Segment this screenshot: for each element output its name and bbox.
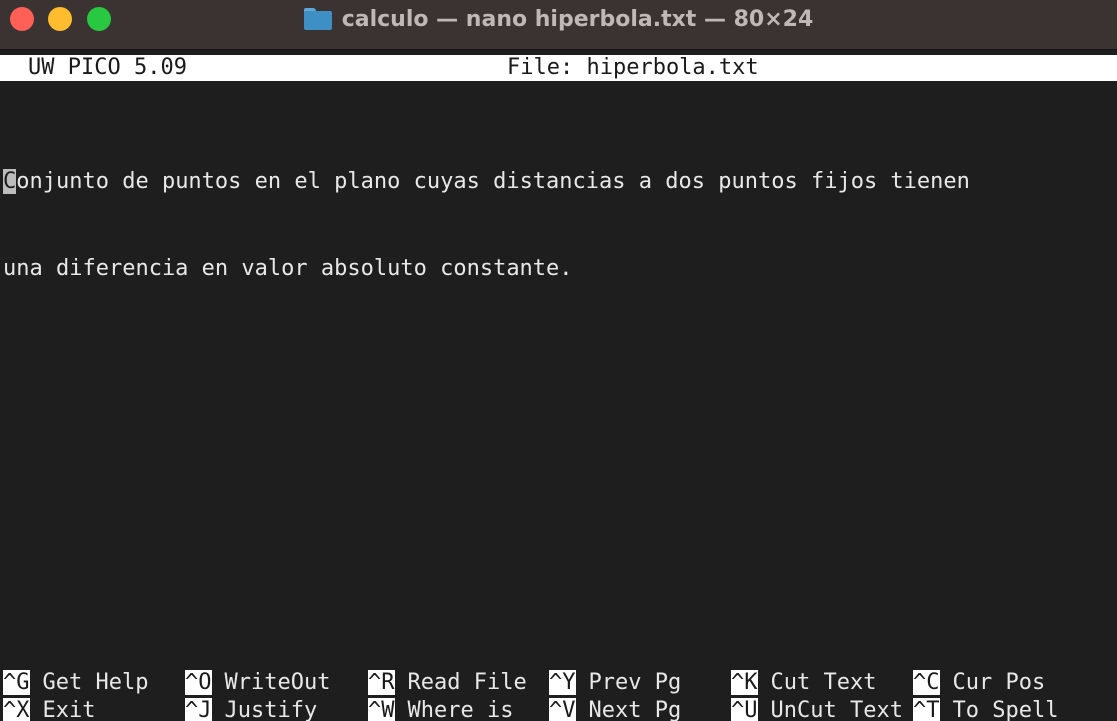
shortcut-label: WriteOut — [224, 670, 331, 695]
shortcut-key: ^O — [185, 670, 212, 695]
shortcut-next-pg[interactable]: ^V Next Pg — [549, 697, 681, 721]
title-bar[interactable]: calculo — nano hiperbola.txt — 80×24 — [0, 0, 1117, 50]
text-line-2: una diferencia en valor absoluto constan… — [3, 256, 573, 281]
shortcut-key: ^Y — [549, 670, 576, 695]
shortcut-label: UnCut Text — [770, 698, 903, 721]
text-cursor: C — [3, 169, 17, 194]
shortcut-bar: ^G Get Help ^O WriteOut ^R Read File ^Y Prev… — [3, 669, 1113, 721]
shortcut-label: Next Pg — [588, 698, 682, 721]
shortcut-label: Read File — [407, 670, 527, 695]
shortcut-cut-text[interactable]: ^K Cut Text — [731, 669, 876, 697]
shortcut-key: ^W — [368, 698, 395, 721]
shortcut-key: ^C — [913, 670, 940, 695]
shortcut-label: Exit — [42, 698, 96, 721]
terminal-content[interactable]: UW PICO 5.09 File: hiperbola.txt Conjunt… — [0, 50, 1117, 721]
shortcut-justify[interactable]: ^J Justify — [185, 697, 317, 721]
shortcut-key: ^T — [913, 698, 940, 721]
window-title-group: calculo — nano hiperbola.txt — 80×24 — [0, 5, 1117, 33]
shortcut-key: ^G — [3, 670, 30, 695]
window-title: calculo — nano hiperbola.txt — 80×24 — [341, 6, 814, 32]
shortcut-exit[interactable]: ^X Exit — [3, 697, 95, 721]
shortcut-key: ^U — [731, 698, 758, 721]
shortcut-read-file[interactable]: ^R Read File — [368, 669, 527, 697]
text-line-1: Conjunto de puntos en el plano cuyas dis… — [3, 167, 970, 196]
shortcut-to-spell[interactable]: ^T To Spell — [913, 697, 1058, 721]
editor-filename: File: hiperbola.txt — [507, 55, 759, 80]
shortcut-label: To Spell — [952, 698, 1059, 721]
shortcut-label: Justify — [224, 698, 318, 721]
shortcut-row-1: ^G Get Help ^O WriteOut ^R Read File ^Y Prev… — [3, 669, 1113, 697]
shortcut-label: Cur Pos — [952, 670, 1046, 695]
shortcut-get-help[interactable]: ^G Get Help — [3, 669, 148, 697]
shortcut-label: Get Help — [42, 670, 149, 695]
shortcut-row-2: ^X Exit ^J Justify ^W Where is ^V Next Pg ^U… — [3, 697, 1113, 721]
shortcut-key: ^J — [185, 698, 212, 721]
shortcut-key: ^V — [549, 698, 576, 721]
terminal-window: calculo — nano hiperbola.txt — 80×24 UW … — [0, 0, 1117, 721]
shortcut-writeout[interactable]: ^O WriteOut — [185, 669, 330, 697]
folder-icon — [303, 8, 332, 30]
shortcut-label: Cut Text — [770, 670, 877, 695]
shortcut-where-is[interactable]: ^W Where is — [368, 697, 513, 721]
text-line-1-rest: onjunto de puntos en el plano cuyas dist… — [16, 169, 970, 194]
shortcut-label: Prev Pg — [588, 670, 682, 695]
editor-header-bar: UW PICO 5.09 File: hiperbola.txt — [0, 55, 1117, 81]
shortcut-key: ^K — [731, 670, 758, 695]
editor-text-area[interactable]: Conjunto de puntos en el plano cuyas dis… — [3, 109, 970, 341]
editor-version: UW PICO 5.09 — [28, 55, 187, 80]
shortcut-uncut-text[interactable]: ^U UnCut Text — [731, 697, 903, 721]
shortcut-label: Where is — [407, 698, 514, 721]
shortcut-key: ^R — [368, 670, 395, 695]
shortcut-key: ^X — [3, 698, 30, 721]
shortcut-cur-pos[interactable]: ^C Cur Pos — [913, 669, 1045, 697]
shortcut-prev-pg[interactable]: ^Y Prev Pg — [549, 669, 681, 697]
